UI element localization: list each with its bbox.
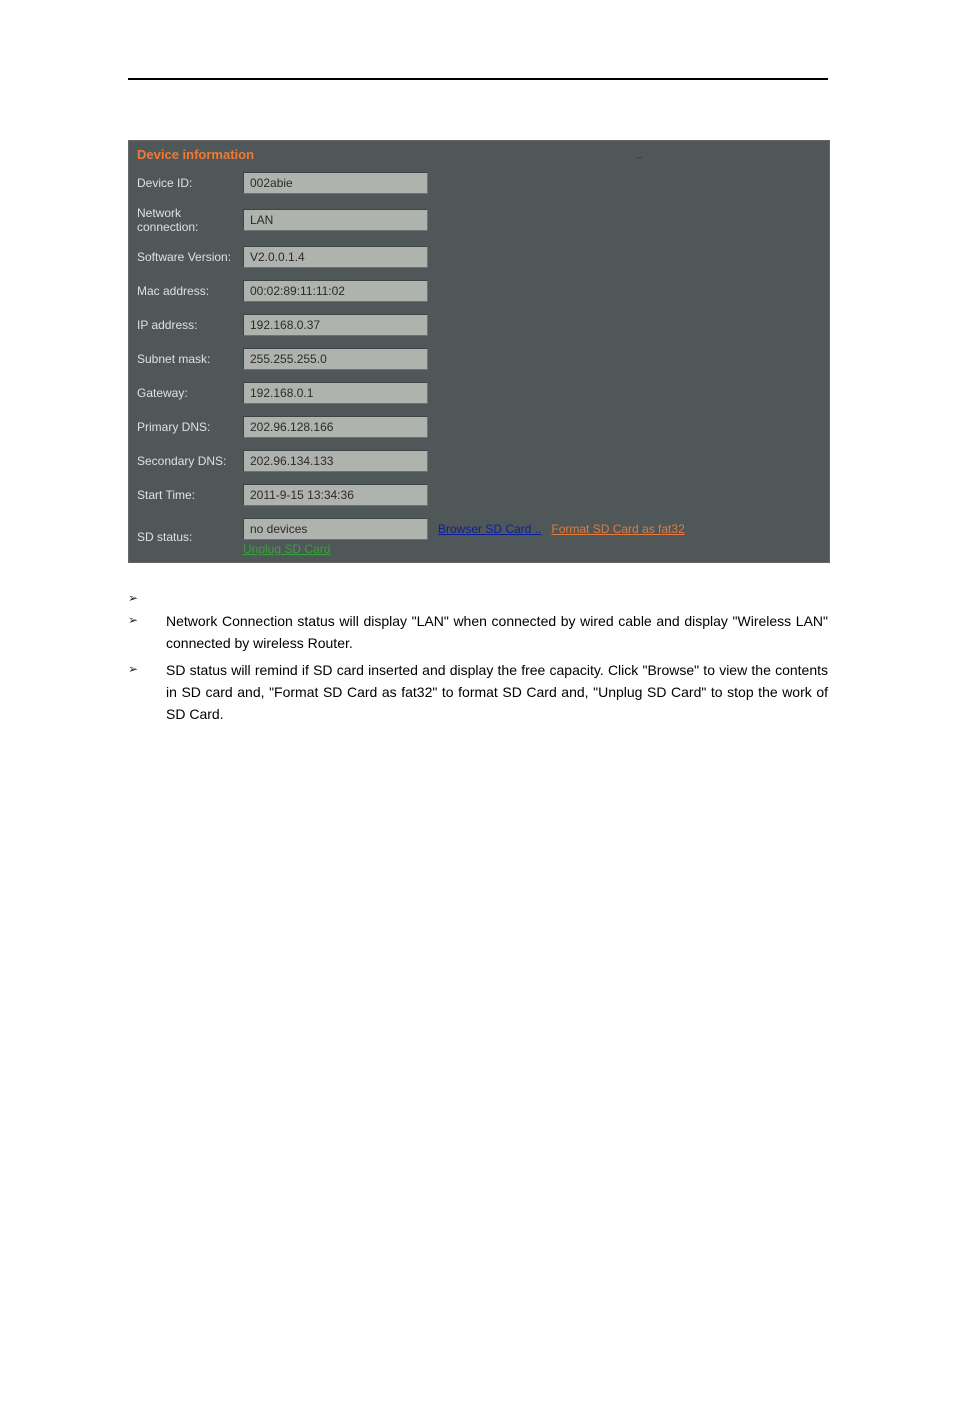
link-browse-sd-card[interactable]: Browser SD Card .. [438, 522, 541, 536]
row-gateway: Gateway: 192.168.0.1 [129, 376, 829, 410]
row-primary-dns: Primary DNS: 202.96.128.166 [129, 410, 829, 444]
value-subnet-mask: 255.255.255.0 [243, 348, 428, 370]
label-mac-address: Mac address: [137, 284, 243, 298]
bullet-text-2: Network Connection status will display "… [166, 611, 828, 654]
value-sd-status: no devices [243, 518, 428, 540]
label-gateway: Gateway: [137, 386, 243, 400]
row-subnet-mask: Subnet mask: 255.255.255.0 [129, 342, 829, 376]
row-device-id: Device ID: 002abie [129, 166, 829, 200]
header-dash: _ [636, 148, 642, 159]
bullet-list: ➢ ➢ Network Connection status will displ… [128, 589, 828, 725]
label-sd-status: SD status: [137, 530, 243, 544]
link-unplug-sd-card[interactable]: Unplug SD Card [243, 542, 685, 556]
label-start-time: Start Time: [137, 488, 243, 502]
label-software-version: Software Version: [137, 250, 243, 264]
value-device-id: 002abie [243, 172, 428, 194]
bullet-mark-icon: ➢ [128, 660, 166, 676]
device-info-panel: Device information Device ID: 002abie Ne… [128, 140, 830, 563]
bullet-item-1: ➢ [128, 589, 828, 605]
panel-title: Device information [129, 141, 829, 166]
row-secondary-dns: Secondary DNS: 202.96.134.133 [129, 444, 829, 478]
label-network-connection: Network connection: [137, 206, 243, 234]
value-software-version: V2.0.0.1.4 [243, 246, 428, 268]
bullet-item-2: ➢ Network Connection status will display… [128, 611, 828, 654]
value-gateway: 192.168.0.1 [243, 382, 428, 404]
value-ip-address: 192.168.0.37 [243, 314, 428, 336]
row-start-time: Start Time: 2011-9-15 13:34:36 [129, 478, 829, 512]
value-mac-address: 00:02:89:11:11:02 [243, 280, 428, 302]
label-ip-address: IP address: [137, 318, 243, 332]
value-network-connection: LAN [243, 209, 428, 231]
bullet-text-3: SD status will remind if SD card inserte… [166, 660, 828, 725]
value-start-time: 2011-9-15 13:34:36 [243, 484, 428, 506]
label-device-id: Device ID: [137, 176, 243, 190]
bullet-mark-icon: ➢ [128, 589, 166, 605]
value-secondary-dns: 202.96.134.133 [243, 450, 428, 472]
row-sd-status: SD status: no devices Browser SD Card ..… [129, 512, 829, 562]
label-secondary-dns: Secondary DNS: [137, 454, 243, 468]
row-network-connection: Network connection: LAN [129, 200, 829, 240]
link-format-sd-card[interactable]: Format SD Card as fat32 [551, 522, 684, 536]
bullet-mark-icon: ➢ [128, 611, 166, 627]
label-primary-dns: Primary DNS: [137, 420, 243, 434]
row-ip-address: IP address: 192.168.0.37 [129, 308, 829, 342]
row-software-version: Software Version: V2.0.0.1.4 [129, 240, 829, 274]
value-primary-dns: 202.96.128.166 [243, 416, 428, 438]
label-subnet-mask: Subnet mask: [137, 352, 243, 366]
bullet-item-3: ➢ SD status will remind if SD card inser… [128, 660, 828, 725]
row-mac-address: Mac address: 00:02:89:11:11:02 [129, 274, 829, 308]
header-rule [128, 78, 828, 80]
